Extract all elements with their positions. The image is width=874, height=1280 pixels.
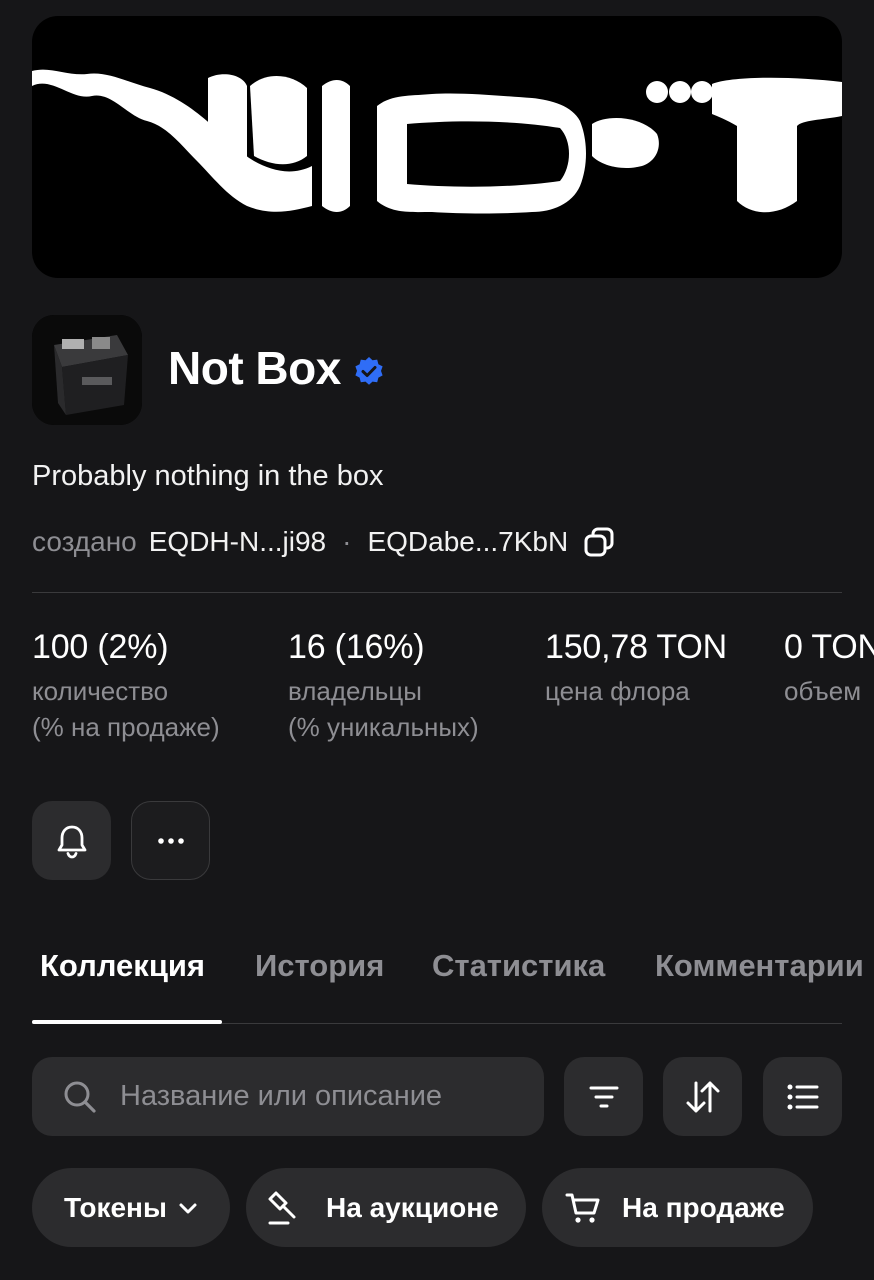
stat-label: владельцы <box>288 676 422 706</box>
list-view-icon <box>787 1084 818 1109</box>
chevron-down-icon <box>179 1203 197 1213</box>
tab-comments[interactable]: Комментарии <box>655 948 864 984</box>
stat-sublabel: (% на продаже) <box>32 712 220 742</box>
stat-value: 0 TON <box>784 628 874 666</box>
collection-banner <box>32 16 842 278</box>
verified-badge-icon <box>355 357 383 385</box>
stat-label: цена флора <box>545 676 690 706</box>
on-auction-label: На аукционе <box>326 1191 499 1223</box>
tab-statistics[interactable]: Статистика <box>432 948 605 984</box>
tokens-dropdown[interactable]: Токены <box>32 1168 230 1247</box>
creator-row: создано EQDH-N...ji98 · EQDabe...7KbN <box>32 522 616 562</box>
filter-icon <box>589 1086 618 1107</box>
collection-title: Not Box <box>168 342 341 394</box>
title-row: Not Box <box>168 338 385 398</box>
on-sale-label: На продаже <box>622 1191 785 1223</box>
search-icon <box>64 1081 96 1113</box>
collection-address-link[interactable]: EQDabe...7KbN <box>367 526 568 558</box>
collection-avatar <box>32 315 142 425</box>
gavel-icon <box>268 1191 296 1224</box>
sort-icon <box>686 1081 719 1112</box>
filter-button[interactable] <box>564 1057 643 1136</box>
stat-floor-price: 150,78 TON цена флора <box>545 628 727 709</box>
tokens-label: Токены <box>64 1191 167 1223</box>
stat-value: 16 (16%) <box>288 628 425 666</box>
notifications-button[interactable] <box>32 801 111 880</box>
search-box[interactable] <box>32 1057 544 1136</box>
search-input[interactable] <box>120 1080 500 1113</box>
more-horizontal-icon <box>157 837 184 844</box>
stat-owners: 16 (16%) владельцы (% уникальных) <box>288 628 479 745</box>
list-view-button[interactable] <box>763 1057 842 1136</box>
tab-collection[interactable]: Коллекция <box>40 948 205 984</box>
more-options-button[interactable] <box>131 801 210 880</box>
stat-quantity: 100 (2%) количество (% на продаже) <box>32 628 220 745</box>
header-divider <box>32 592 842 593</box>
on-sale-filter-chip[interactable]: На продаже <box>542 1168 813 1247</box>
copy-icon[interactable] <box>582 525 616 559</box>
cart-icon <box>565 1193 600 1223</box>
tab-history[interactable]: История <box>255 948 384 984</box>
stat-volume: 0 TON объем <box>784 628 874 709</box>
on-auction-filter-chip[interactable]: На аукционе <box>246 1168 526 1247</box>
created-label: создано <box>32 526 137 557</box>
stat-sublabel: (% уникальных) <box>288 712 479 742</box>
collection-page: Not Box Probably nothing in the box созд… <box>0 0 874 1280</box>
collection-description: Probably nothing in the box <box>32 460 384 492</box>
stat-label: количество <box>32 676 169 706</box>
stat-value: 150,78 TON <box>545 628 727 666</box>
creator-address-link[interactable]: EQDH-N...ji98 <box>149 526 326 558</box>
not-logo-banner-image <box>32 69 842 214</box>
sort-button[interactable] <box>663 1057 742 1136</box>
box-image <box>32 315 142 425</box>
stat-label: объем <box>784 676 862 706</box>
separator-dot: · <box>342 526 352 557</box>
active-tab-indicator <box>32 1020 222 1024</box>
stat-value: 100 (2%) <box>32 628 169 666</box>
bell-icon <box>57 825 86 858</box>
